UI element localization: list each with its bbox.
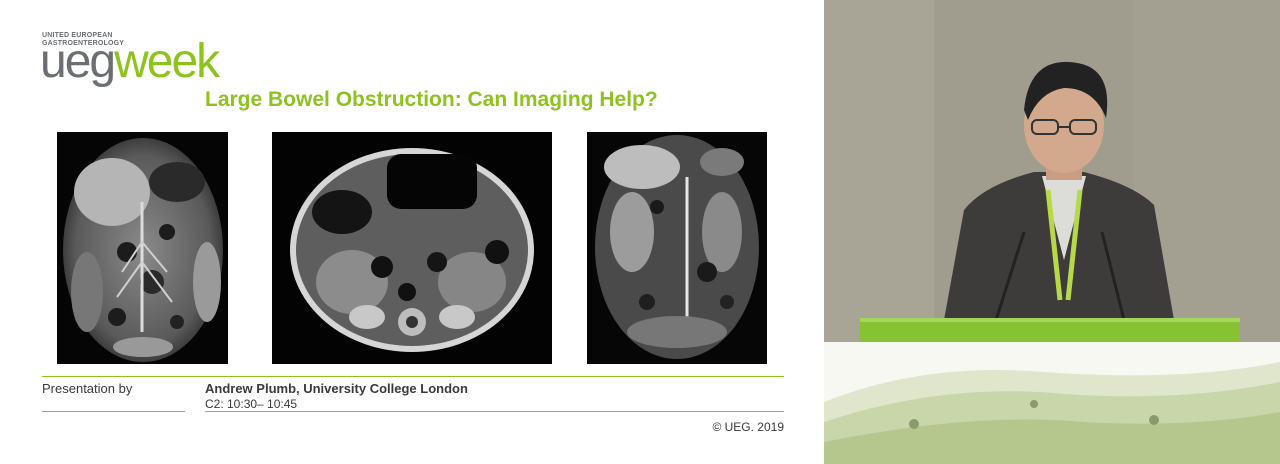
logo-ueg: ueg (40, 35, 116, 88)
speaker-video (824, 0, 1280, 342)
footer-rule-top (42, 376, 784, 377)
footer-rule-bottom-left (42, 411, 185, 412)
copyright-text: © UEG. 2019 (712, 420, 784, 434)
presenter-name: Andrew Plumb, University College London (205, 381, 468, 396)
logo-week: week (114, 35, 220, 88)
ueg-week-logo: uegweek (40, 35, 220, 88)
footer-rule-bottom-right (205, 411, 784, 412)
axial-mri-scan (272, 132, 552, 364)
presentation-by-label: Presentation by (42, 381, 133, 396)
coronal-mri-scan (587, 132, 767, 364)
decorative-pattern (824, 342, 1280, 464)
session-time: C2: 10:30– 10:45 (205, 397, 298, 411)
coronal-ct-scan (57, 132, 228, 364)
slide-title: Large Bowel Obstruction: Can Imaging Hel… (205, 88, 658, 111)
presentation-slide: UNITED EUROPEAN GASTROENTEROLOGY uegweek… (0, 0, 824, 464)
